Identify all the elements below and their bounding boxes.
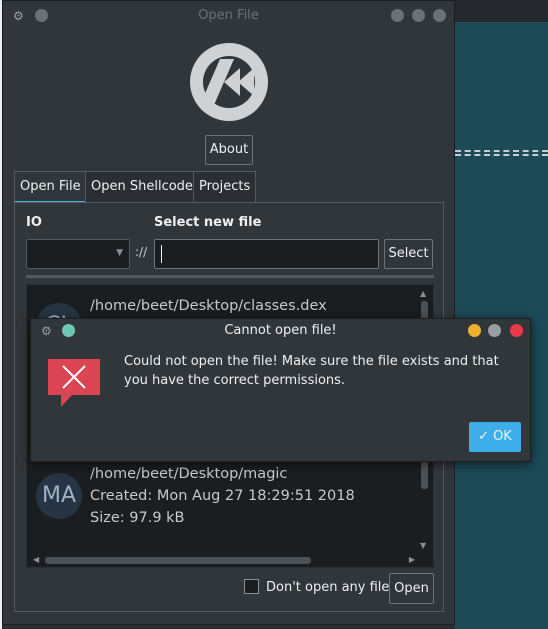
- error-icon: [48, 359, 100, 407]
- close-button[interactable]: [510, 324, 523, 337]
- file-created: Created: Mon Aug 27 18:29:51 2018: [90, 488, 355, 504]
- dont-open-checkbox[interactable]: [244, 579, 259, 594]
- text-cursor: [161, 245, 162, 263]
- io-label: IO: [26, 215, 42, 230]
- cutter-logo-icon: [190, 43, 268, 121]
- tab-open-shellcode[interactable]: Open Shellcode: [85, 171, 199, 203]
- minimize-button[interactable]: [391, 9, 404, 22]
- scroll-down-icon[interactable]: ▼: [420, 541, 426, 550]
- file-path-input[interactable]: [154, 239, 379, 269]
- maximize-button[interactable]: [488, 324, 501, 337]
- dialog-message: Could not open the file! Make sure the f…: [124, 354, 499, 388]
- ok-label: OK: [493, 429, 512, 444]
- select-file-button[interactable]: Select: [384, 239, 433, 269]
- open-file-window: ⚙ Open File About Open File Open Shellco…: [2, 0, 455, 625]
- window-titlebar[interactable]: ⚙ Open File: [3, 1, 454, 31]
- hscroll-thumb[interactable]: [45, 557, 311, 564]
- window-title: Open File: [198, 8, 259, 23]
- desktop-panel: [455, 0, 548, 22]
- file-avatar: MA: [36, 473, 82, 519]
- maximize-button[interactable]: [412, 9, 425, 22]
- scroll-thumb-lower[interactable]: [421, 461, 428, 489]
- dont-open-label[interactable]: Don't open any file: [266, 580, 389, 595]
- error-dialog: ⚙ Cannot open file! Could not open the f…: [30, 318, 531, 462]
- chevron-down-icon: ▼: [116, 248, 123, 258]
- desktop-dashed-line: [455, 150, 548, 156]
- file-size: Size: 97.9 kB: [90, 510, 185, 526]
- file-path[interactable]: /home/beet/Desktop/magic: [90, 463, 287, 485]
- tab-open-file[interactable]: Open File: [14, 171, 87, 203]
- horizontal-scrollbar[interactable]: ◀ ▶: [33, 555, 415, 565]
- scroll-left-icon[interactable]: ◀: [33, 555, 39, 564]
- divider: [26, 275, 434, 278]
- io-combobox[interactable]: ▼: [26, 239, 130, 269]
- about-button[interactable]: About: [205, 135, 253, 165]
- open-button[interactable]: Open: [389, 573, 434, 604]
- scheme-separator: ://: [135, 245, 148, 259]
- tab-projects[interactable]: Projects: [193, 171, 257, 203]
- check-icon: ✓: [478, 429, 490, 444]
- scroll-up-icon[interactable]: ▲: [420, 289, 426, 298]
- dialog-title: Cannot open file!: [224, 323, 337, 338]
- scroll-right-icon[interactable]: ▶: [409, 555, 415, 564]
- ok-button[interactable]: ✓ OK: [469, 422, 521, 452]
- select-new-file-label: Select new file: [154, 215, 262, 230]
- close-button[interactable]: [433, 9, 446, 22]
- desktop-background: [455, 0, 548, 629]
- minimize-button[interactable]: [468, 324, 481, 337]
- file-path[interactable]: /home/beet/Desktop/classes.dex: [90, 295, 327, 317]
